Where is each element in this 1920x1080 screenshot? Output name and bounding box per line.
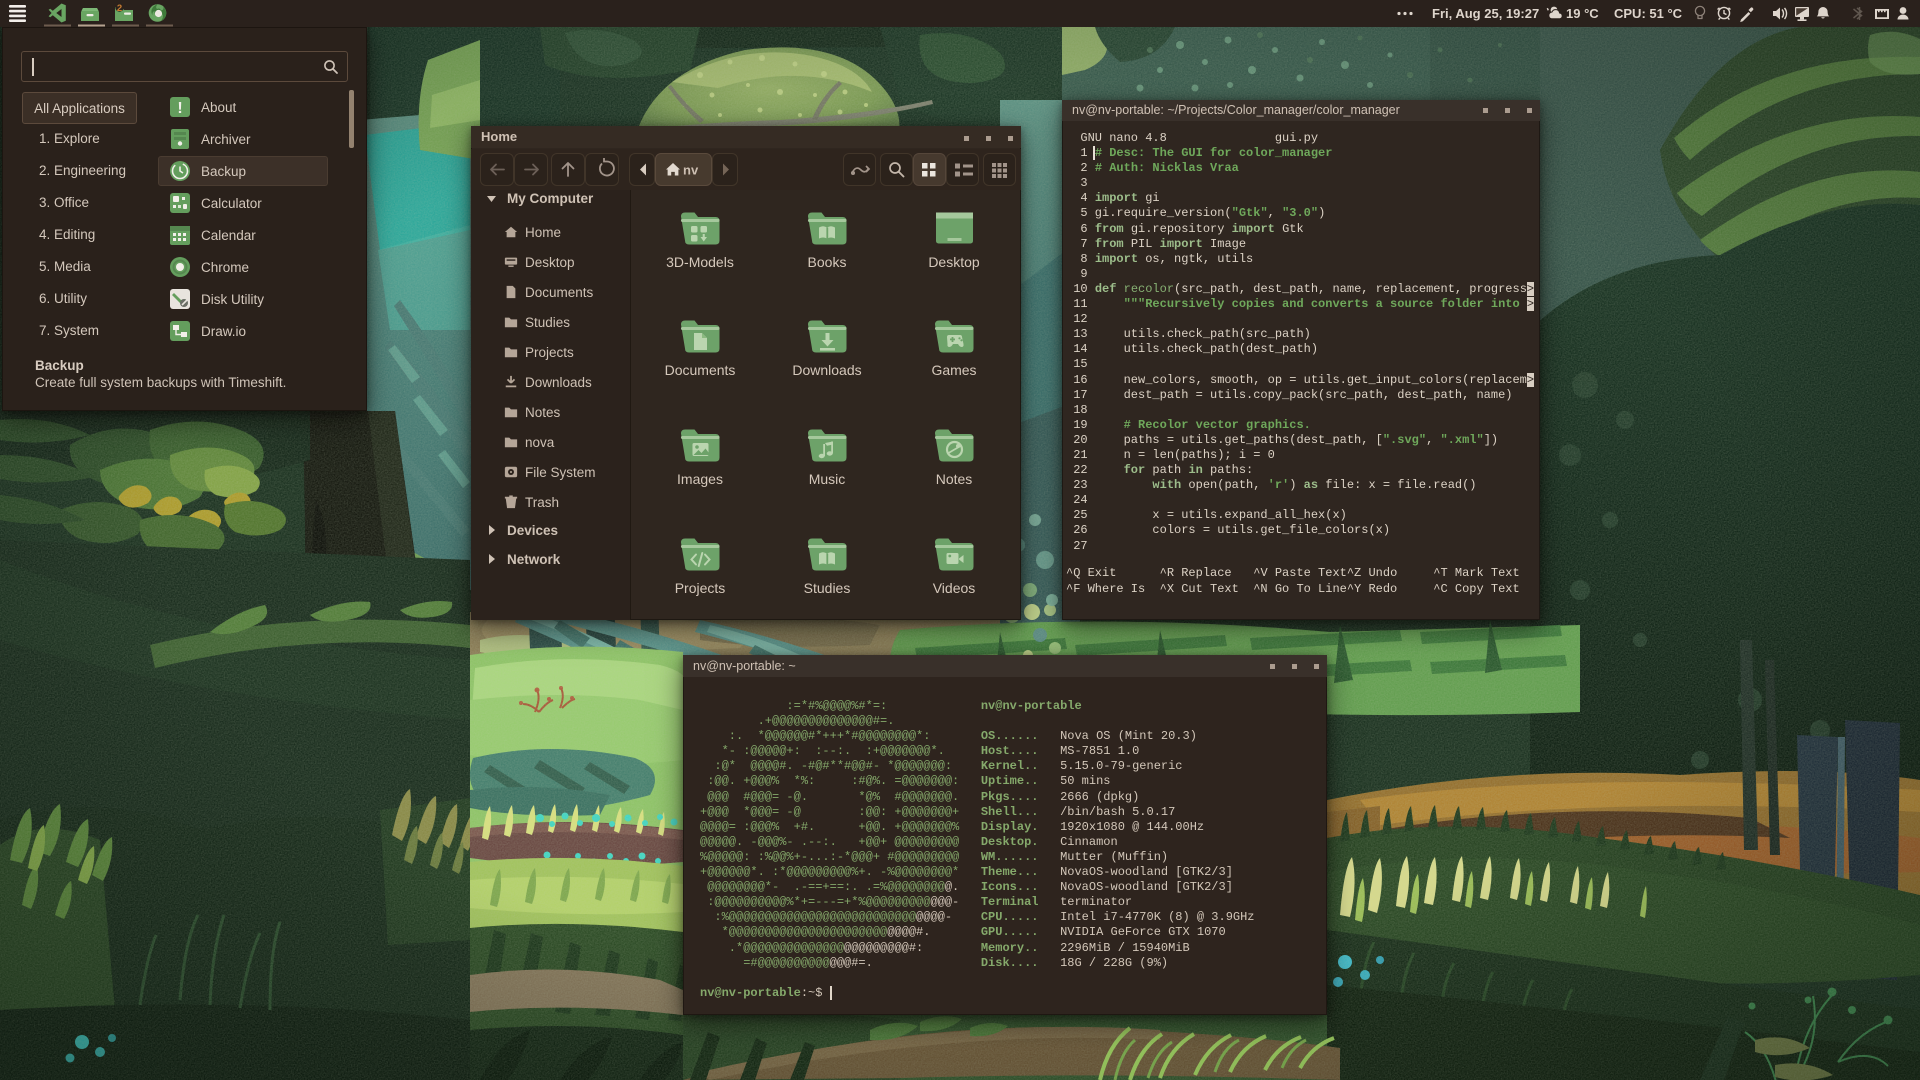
svg-text:nv: nv bbox=[683, 163, 699, 178]
svg-text:Fri, Aug 25, 19:27: Fri, Aug 25, 19:27 bbox=[1432, 6, 1539, 21]
svg-text:19 °C: 19 °C bbox=[1566, 6, 1599, 21]
svg-text:2: 2 bbox=[117, 3, 122, 14]
svg-text:CPU: 51 °C: CPU: 51 °C bbox=[1614, 6, 1683, 21]
svg-text:!: ! bbox=[177, 100, 182, 117]
